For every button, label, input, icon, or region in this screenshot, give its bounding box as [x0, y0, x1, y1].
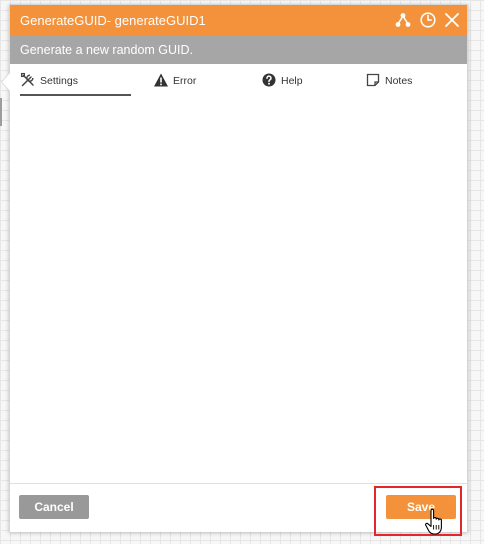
tab-error[interactable]: Error — [153, 72, 213, 94]
settings-panel — [10, 98, 467, 483]
save-highlight-box — [374, 486, 462, 536]
cancel-button[interactable]: Cancel — [19, 495, 89, 519]
tab-bar: Settings Error Help Notes — [10, 64, 467, 98]
dialog-description: Generate a new random GUID. — [20, 43, 193, 57]
note-icon — [365, 72, 381, 88]
tab-notes-label: Notes — [385, 75, 413, 87]
question-circle-icon — [261, 72, 277, 88]
dialog-title-bar: GenerateGUID- generateGUID1 — [10, 5, 467, 36]
dialog-pointer — [2, 73, 10, 91]
tab-settings-label: Settings — [40, 75, 78, 87]
tab-help[interactable]: Help — [261, 72, 321, 94]
workflow-icon[interactable] — [393, 10, 413, 30]
hand-pointer-cursor — [424, 508, 446, 536]
tools-icon — [20, 72, 36, 88]
dialog-description-bar: Generate a new random GUID. — [10, 36, 467, 64]
close-icon[interactable] — [442, 10, 462, 30]
tab-settings[interactable]: Settings — [20, 72, 131, 96]
clock-icon[interactable] — [418, 10, 438, 30]
canvas-edge-marker — [0, 98, 2, 126]
tab-notes[interactable]: Notes — [365, 72, 425, 94]
tab-help-label: Help — [281, 75, 303, 87]
tab-error-label: Error — [173, 75, 197, 87]
warning-icon — [153, 72, 169, 88]
dialog-title: GenerateGUID- generateGUID1 — [20, 13, 206, 28]
generate-guid-dialog: GenerateGUID- generateGUID1 Generate a n… — [2, 4, 468, 532]
